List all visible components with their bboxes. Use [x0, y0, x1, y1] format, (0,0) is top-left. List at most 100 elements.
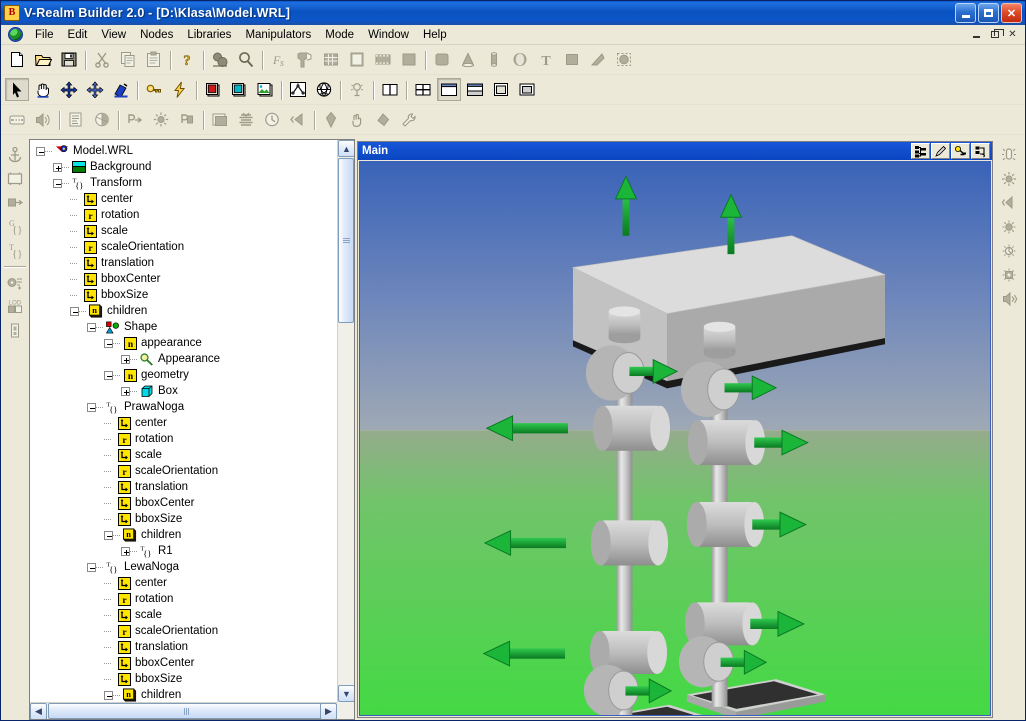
menu-edit[interactable]: Edit [61, 26, 95, 44]
move-button[interactable] [57, 78, 81, 101]
tree-collapse-button[interactable] [53, 178, 62, 188]
tree-node[interactable]: center [32, 191, 337, 207]
tree-collapse-button[interactable] [87, 322, 96, 332]
menu-libraries[interactable]: Libraries [180, 26, 238, 44]
pan-button[interactable] [83, 78, 107, 101]
tree-collapse-button[interactable] [104, 338, 113, 348]
maximize-button[interactable] [978, 3, 999, 23]
select-arrow-button[interactable] [5, 78, 29, 101]
tree-node[interactable]: r scaleOrientation [32, 463, 337, 479]
view-cascade-button[interactable] [489, 78, 513, 101]
view-horizontal-button[interactable] [463, 78, 487, 101]
view-tile-button[interactable] [515, 78, 539, 101]
tree-node[interactable]: center [32, 575, 337, 591]
edit-pencil-button[interactable] [931, 143, 950, 159]
save-file-button[interactable] [57, 48, 81, 71]
tree-expand-button[interactable] [121, 386, 130, 396]
tree-node[interactable]: Appearance [32, 351, 337, 367]
nodes-graph-button[interactable] [286, 78, 310, 101]
help-button[interactable]: ? [175, 48, 199, 71]
render-button[interactable] [208, 48, 232, 71]
lightning-button[interactable] [168, 78, 192, 101]
grab-hand-button[interactable] [31, 78, 55, 101]
close-button[interactable]: ✕ [1001, 3, 1022, 23]
tree-node[interactable]: Shape [32, 319, 337, 335]
tree-collapse-button[interactable] [104, 530, 113, 540]
tree-expand-button[interactable] [121, 546, 130, 556]
tree-expand-button[interactable] [53, 162, 62, 172]
render-view-button[interactable] [971, 143, 990, 159]
menu-help[interactable]: Help [416, 26, 454, 44]
split-quad-button[interactable] [411, 78, 435, 101]
layers-red-button[interactable] [201, 78, 225, 101]
menu-file[interactable]: File [28, 26, 61, 44]
tree-node[interactable]: bboxSize [32, 671, 337, 687]
tree-node[interactable]: n children [32, 687, 337, 702]
split-vertical-button[interactable] [378, 78, 402, 101]
tree-node[interactable]: scale [32, 223, 337, 239]
key-button[interactable] [142, 78, 166, 101]
tree-node[interactable]: n children [32, 303, 337, 319]
tree-collapse-button[interactable] [87, 402, 96, 412]
tree-node[interactable]: center [32, 415, 337, 431]
tree-node[interactable]: bboxCenter [32, 271, 337, 287]
vertical-scroll-thumb[interactable] [338, 158, 354, 323]
open-file-button[interactable] [31, 48, 55, 71]
mdi-minimize-button[interactable] [968, 26, 985, 42]
tree-vertical-scrollbar[interactable]: ▲ ▼ [337, 140, 354, 702]
tree-collapse-button[interactable] [36, 146, 45, 156]
scroll-down-button[interactable]: ▼ [338, 685, 354, 702]
new-file-button[interactable] [5, 48, 29, 71]
tree-node[interactable]: bboxSize [32, 511, 337, 527]
nodes-tree-button[interactable] [911, 143, 930, 159]
tree-node[interactable]: n geometry [32, 367, 337, 383]
tree-node[interactable]: n children [32, 527, 337, 543]
tree-node[interactable]: scale [32, 607, 337, 623]
scene-tree[interactable]: Model.WRL Background T{} Transform center r ro… [30, 140, 337, 702]
examine-button[interactable] [109, 78, 133, 101]
scroll-right-button[interactable]: ▶ [320, 703, 337, 719]
menu-nodes[interactable]: Nodes [133, 26, 180, 44]
tree-node[interactable]: T{} PrawaNoga [32, 399, 337, 415]
tree-node[interactable]: r scaleOrientation [32, 623, 337, 639]
minimize-button[interactable] [955, 3, 976, 23]
tree-collapse-button[interactable] [104, 370, 113, 380]
tree-node[interactable]: r scaleOrientation [32, 239, 337, 255]
tree-collapse-button[interactable] [104, 690, 113, 700]
tree-node[interactable]: T{} R1 [32, 543, 337, 559]
menu-window[interactable]: Window [361, 26, 416, 44]
tree-node[interactable]: bboxCenter [32, 655, 337, 671]
image-stack-button[interactable] [253, 78, 277, 101]
mdi-restore-button[interactable] [986, 26, 1004, 42]
tree-horizontal-scrollbar[interactable]: ◀ ▶ [30, 702, 337, 719]
tree-node[interactable]: bboxSize [32, 287, 337, 303]
zoom-button[interactable] [234, 48, 258, 71]
horizontal-scroll-thumb[interactable] [48, 703, 326, 719]
tree-node[interactable]: T{} LewaNoga [32, 559, 337, 575]
tree-collapse-button[interactable] [87, 562, 96, 572]
tree-node[interactable]: scale [32, 447, 337, 463]
tree-node[interactable]: translation [32, 255, 337, 271]
tree-node[interactable]: translation [32, 639, 337, 655]
tree-node[interactable]: T{} Transform [32, 175, 337, 191]
tree-node[interactable]: Box [32, 383, 337, 399]
tree-node[interactable]: r rotation [32, 207, 337, 223]
view-single-button[interactable] [437, 78, 461, 101]
tree-node[interactable]: translation [32, 479, 337, 495]
menu-manipulators[interactable]: Manipulators [238, 26, 318, 44]
menu-mode[interactable]: Mode [318, 26, 361, 44]
layers-blue-button[interactable] [227, 78, 251, 101]
tree-node[interactable]: Model.WRL [32, 143, 337, 159]
scroll-up-button[interactable]: ▲ [338, 140, 354, 157]
tree-collapse-button[interactable] [70, 306, 79, 316]
tree-node[interactable]: Background [32, 159, 337, 175]
tree-node[interactable]: bboxCenter [32, 495, 337, 511]
3d-viewport-canvas[interactable] [359, 161, 991, 716]
tree-node[interactable]: n appearance [32, 335, 337, 351]
world-globe-button[interactable] [312, 78, 336, 101]
scroll-left-button[interactable]: ◀ [30, 703, 47, 719]
light-bulb-button[interactable] [951, 143, 970, 159]
mdi-close-button[interactable]: ✕ [1004, 26, 1021, 42]
tree-node[interactable]: r rotation [32, 431, 337, 447]
tree-node[interactable]: r rotation [32, 591, 337, 607]
